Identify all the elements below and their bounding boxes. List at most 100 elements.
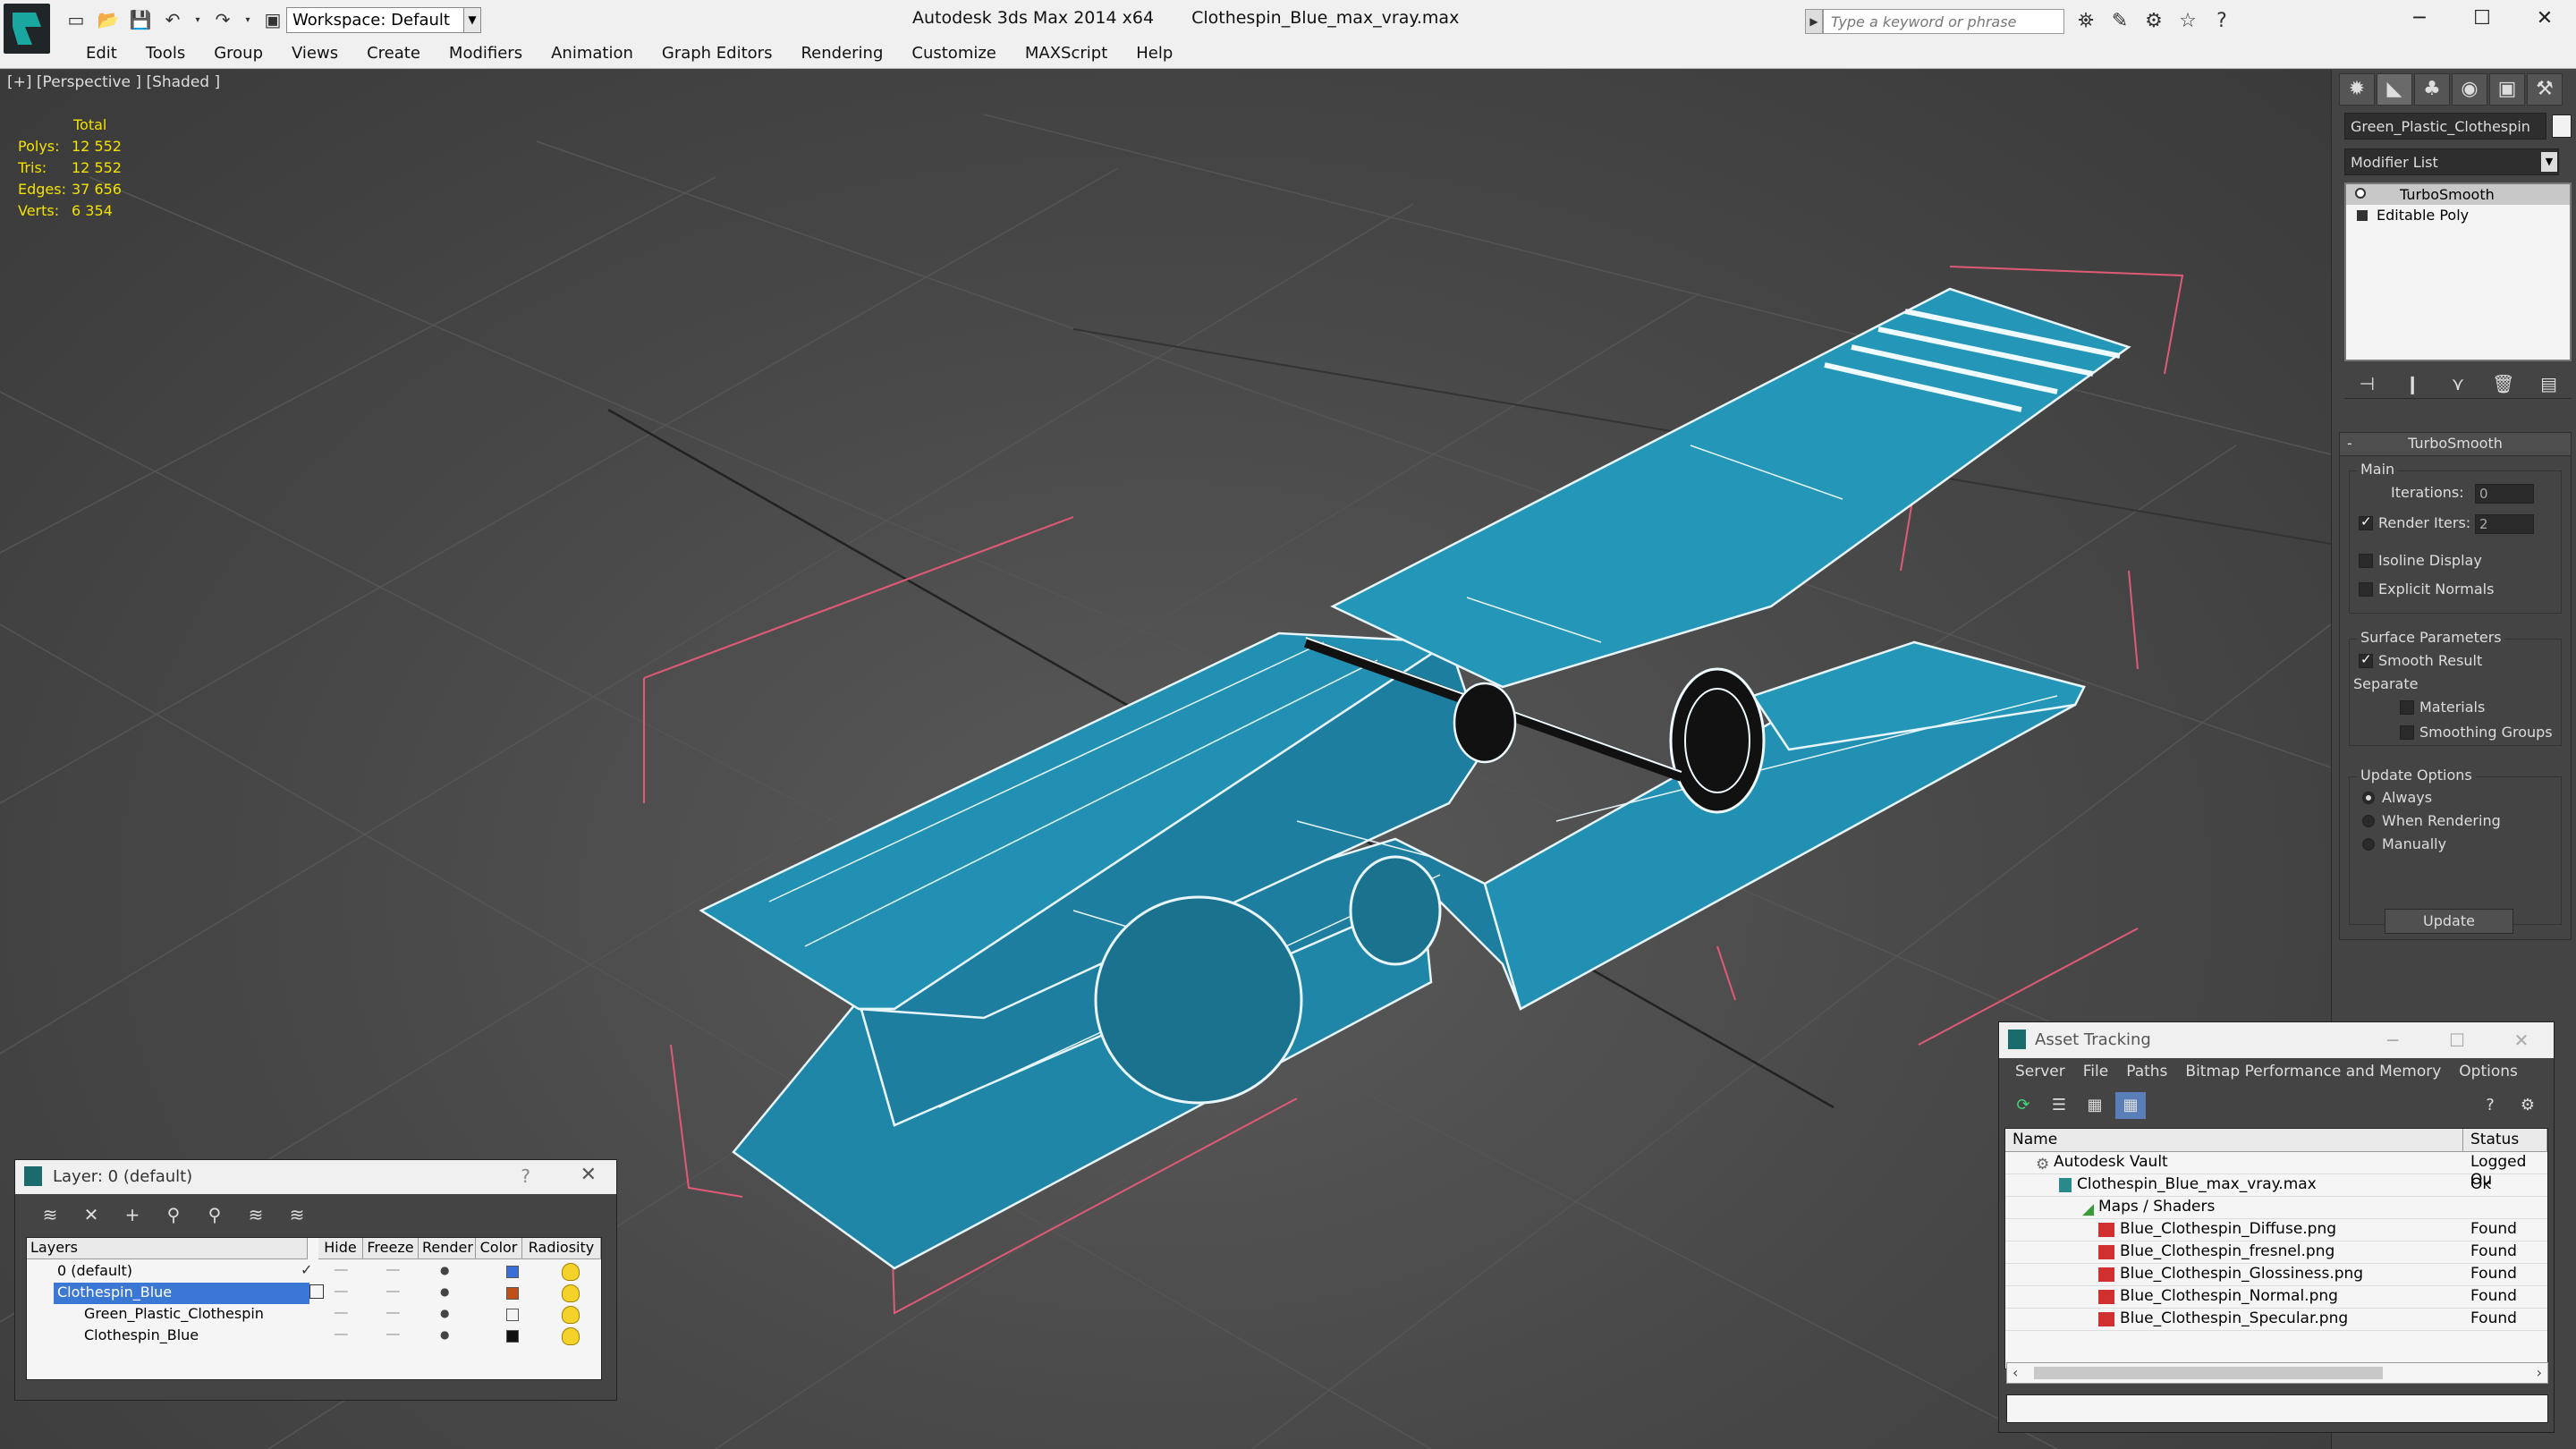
refresh-icon[interactable]: ⟳: [2008, 1092, 2038, 1119]
close-icon[interactable]: ✕: [580, 1164, 597, 1186]
column-header[interactable]: Render: [419, 1238, 476, 1259]
rollout-header[interactable]: - TurboSmooth: [2340, 433, 2571, 456]
redo-dropdown-icon[interactable]: ▾: [242, 7, 254, 32]
always-radio[interactable]: [2362, 792, 2375, 804]
menu-tools[interactable]: Tools: [131, 40, 199, 68]
teapot-icon[interactable]: ●: [440, 1307, 449, 1319]
asset-row[interactable]: ⚙ Autodesk Vault Logged Ou: [2005, 1152, 2547, 1189]
app-logo-icon[interactable]: [4, 4, 50, 54]
menu-customize[interactable]: Customize: [897, 40, 1010, 68]
workspace-dropdown-icon[interactable]: ▼: [463, 7, 481, 33]
radiosity-icon[interactable]: [562, 1284, 580, 1302]
stack-item-editable-poly[interactable]: Editable Poly: [2346, 205, 2570, 225]
layer-color-swatch[interactable]: [506, 1266, 519, 1278]
minimize-icon[interactable]: ─: [2360, 1022, 2425, 1058]
highlight-layer-icon[interactable]: ⚲: [198, 1201, 232, 1228]
column-header[interactable]: Layers: [27, 1238, 308, 1259]
smoothing-groups-checkbox[interactable]: [2400, 725, 2414, 740]
scrollbar-thumb[interactable]: [2034, 1367, 2383, 1379]
hierarchy-tab-icon[interactable]: ♣: [2414, 73, 2450, 106]
asset-row[interactable]: Blue_Clothespin_Diffuse.png Found: [2005, 1219, 2547, 1241]
object-name-field[interactable]: Green_Plastic_Clothespin: [2344, 113, 2546, 140]
maximize-icon[interactable]: ☐: [2425, 1022, 2489, 1058]
viewport-label[interactable]: [+] [Perspective ] [Shaded ]: [7, 73, 220, 91]
chevron-left-icon[interactable]: ‹: [2012, 1364, 2018, 1381]
menu-modifiers[interactable]: Modifiers: [435, 40, 537, 68]
close-icon[interactable]: ✕: [2513, 0, 2576, 38]
layer-row[interactable]: 0 (default) ✓ ── ── ●: [27, 1261, 601, 1283]
column-header[interactable]: Status: [2463, 1129, 2547, 1152]
settings-icon[interactable]: ⚙: [2512, 1092, 2543, 1119]
search-input[interactable]: Type a keyword or phrase: [1823, 9, 2064, 34]
when-rendering-radio[interactable]: [2362, 815, 2375, 827]
layer-color-swatch[interactable]: [506, 1287, 519, 1300]
freeze-toggle[interactable]: ──: [386, 1307, 399, 1319]
save-file-icon[interactable]: 💾: [127, 7, 154, 32]
menu-create[interactable]: Create: [352, 40, 435, 68]
layer-color-swatch[interactable]: [506, 1330, 519, 1343]
teapot-icon[interactable]: ●: [440, 1285, 449, 1298]
modifier-list-dropdown[interactable]: Modifier List: [2344, 148, 2559, 175]
column-header[interactable]: Name: [2005, 1129, 2463, 1152]
workspace-select[interactable]: Workspace: Default: [286, 7, 478, 33]
manually-radio[interactable]: [2362, 838, 2375, 851]
layer-row[interactable]: Clothespin_Blue ── ── ●: [27, 1326, 601, 1347]
hide-all-icon[interactable]: ≋: [239, 1201, 273, 1228]
asset-row[interactable]: Blue_Clothespin_fresnel.png Found: [2005, 1241, 2547, 1264]
close-icon[interactable]: ✕: [2489, 1022, 2554, 1058]
tree-view-icon[interactable]: ▦: [2080, 1092, 2110, 1119]
make-unique-icon[interactable]: ⋎: [2445, 371, 2470, 396]
column-header[interactable]: Radiosity: [522, 1238, 601, 1259]
hide-toggle[interactable]: ──: [335, 1307, 347, 1319]
radiosity-icon[interactable]: [562, 1263, 580, 1281]
menu-group[interactable]: Group: [199, 40, 277, 68]
menu-maxscript[interactable]: MAXScript: [1011, 40, 1122, 68]
asset-row[interactable]: Blue_Clothespin_Normal.png Found: [2005, 1286, 2547, 1309]
lightbulb-icon[interactable]: [2355, 188, 2366, 199]
layer-row[interactable]: Green_Plastic_Clothespin ── ── ●: [27, 1304, 601, 1326]
list-view-icon[interactable]: ☰: [2044, 1092, 2074, 1119]
create-layer-icon[interactable]: ≋: [33, 1201, 67, 1228]
hide-toggle[interactable]: ──: [335, 1264, 347, 1276]
column-header[interactable]: Freeze: [363, 1238, 419, 1259]
freeze-toggle[interactable]: ──: [386, 1328, 399, 1341]
pin-stack-icon[interactable]: ⊣: [2354, 371, 2379, 396]
clothespin-mesh[interactable]: [699, 287, 2131, 1270]
search-expand-icon[interactable]: ▶: [1805, 9, 1823, 34]
materials-checkbox[interactable]: [2400, 700, 2414, 715]
new-file-icon[interactable]: ▭: [63, 7, 89, 32]
maximize-icon[interactable]: ☐: [2451, 0, 2513, 38]
menu-server[interactable]: Server: [2006, 1058, 2074, 1085]
utilities-tab-icon[interactable]: ⚒: [2527, 73, 2563, 106]
menu-views[interactable]: Views: [277, 40, 352, 68]
minimize-icon[interactable]: ─: [2388, 0, 2451, 38]
help-icon[interactable]: ?: [2209, 9, 2234, 34]
layer-color-swatch[interactable]: [506, 1309, 519, 1321]
menu-animation[interactable]: Animation: [537, 40, 648, 68]
binoculars-icon[interactable]: ⛯: [2073, 9, 2098, 34]
explicit-normals-checkbox[interactable]: [2359, 582, 2373, 597]
column-header[interactable]: Color: [476, 1238, 522, 1259]
radiosity-icon[interactable]: [562, 1306, 580, 1324]
asset-dialog-titlebar[interactable]: Asset Tracking ─ ☐ ✕: [1999, 1022, 2554, 1058]
help-button[interactable]: ?: [521, 1165, 530, 1187]
update-button[interactable]: Update: [2385, 909, 2513, 934]
hide-toggle[interactable]: ──: [335, 1285, 347, 1298]
horizontal-scrollbar[interactable]: ‹ ›: [2006, 1362, 2548, 1384]
menu-edit[interactable]: Edit: [72, 40, 131, 68]
menu-help[interactable]: Help: [1122, 40, 1187, 68]
subscription-icon[interactable]: ✎: [2107, 9, 2132, 34]
freeze-all-icon[interactable]: ≋: [280, 1201, 314, 1228]
freeze-toggle[interactable]: ──: [386, 1264, 399, 1276]
iterations-spinner[interactable]: 0: [2475, 484, 2534, 504]
remove-modifier-icon[interactable]: 🗑: [2491, 371, 2516, 396]
display-tab-icon[interactable]: ▣: [2489, 73, 2525, 106]
asset-path-field[interactable]: [2006, 1394, 2548, 1423]
help-icon[interactable]: ?: [2475, 1092, 2505, 1119]
open-file-icon[interactable]: 📂: [95, 7, 122, 32]
undo-dropdown-icon[interactable]: ▾: [191, 7, 204, 32]
modify-tab-icon[interactable]: ◣: [2377, 73, 2412, 106]
configure-sets-icon[interactable]: ▤: [2537, 371, 2562, 396]
favorites-star-icon[interactable]: ☆: [2175, 9, 2200, 34]
chevron-down-icon[interactable]: ▼: [2541, 152, 2557, 172]
